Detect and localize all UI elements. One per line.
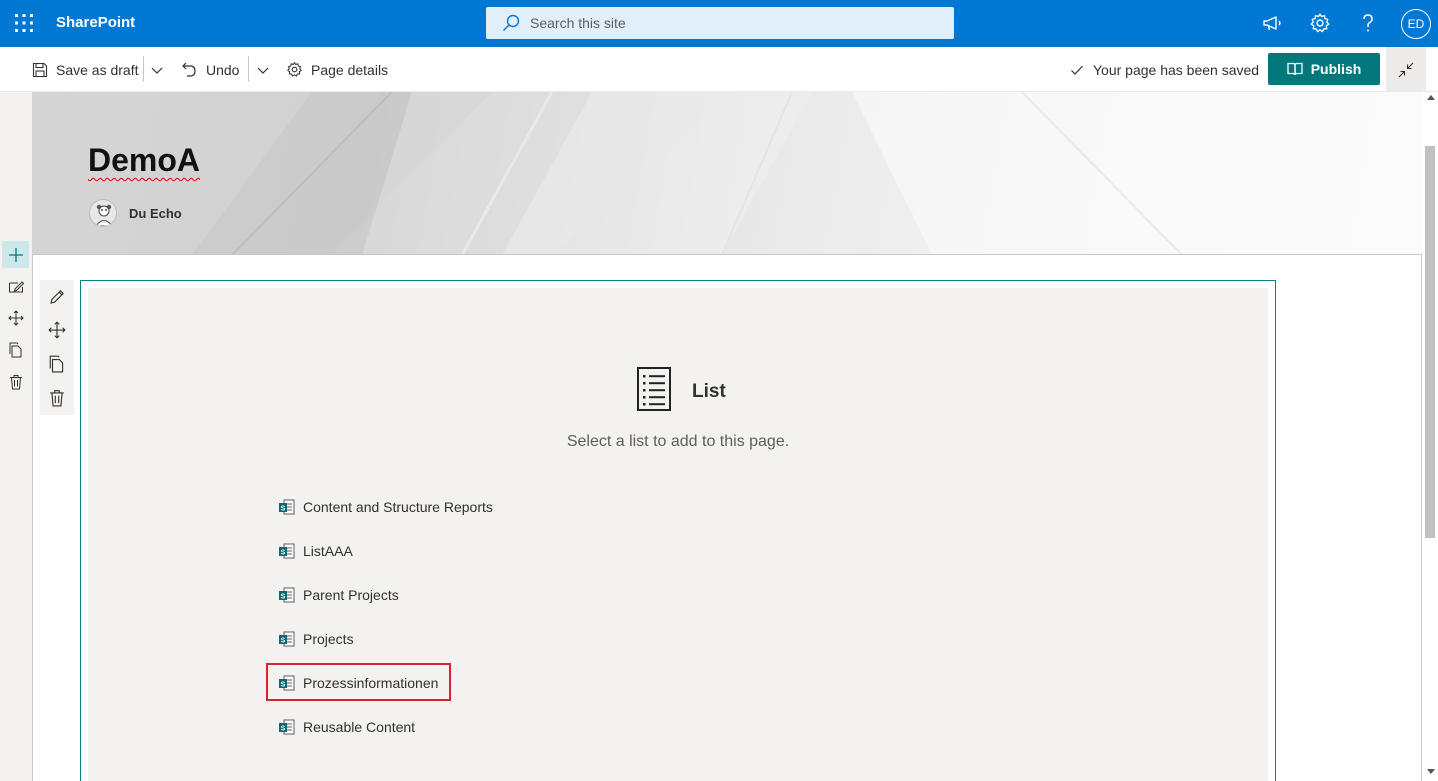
page-details-label: Page details [311, 61, 389, 78]
scroll-up-arrow-icon[interactable] [1427, 95, 1435, 100]
search-icon [503, 14, 520, 31]
publish-label: Publish [1310, 61, 1362, 77]
svg-text:S: S [281, 637, 286, 644]
app-name[interactable]: SharePoint [56, 14, 135, 31]
list-option[interactable]: S Parent Projects [278, 584, 399, 606]
selection-highlight-box [266, 663, 451, 701]
undo-button[interactable]: Undo [181, 47, 239, 92]
svg-text:S: S [281, 505, 286, 512]
book-icon [1287, 62, 1303, 76]
author-name[interactable]: Du Echo [129, 206, 182, 221]
svg-text:S: S [281, 549, 286, 556]
edit-section-icon[interactable] [8, 279, 24, 295]
suite-bar: SharePoint ED [0, 0, 1438, 47]
search-input[interactable] [530, 7, 940, 39]
chevron-down-icon [151, 67, 163, 74]
list-option-label: Projects [303, 631, 354, 647]
divider [248, 56, 249, 82]
list-option[interactable]: S Content and Structure Reports [278, 496, 493, 518]
collapse-toolbar-button[interactable] [1386, 47, 1426, 92]
undo-icon [182, 62, 196, 77]
delete-section-icon[interactable] [8, 374, 24, 390]
undo-label: Undo [206, 61, 240, 78]
delete-web-part-icon[interactable] [48, 389, 66, 407]
sharepoint-list-icon: S [279, 499, 295, 515]
list-option[interactable]: S ListAAA [278, 540, 353, 562]
scroll-down-arrow-icon[interactable] [1427, 769, 1435, 774]
web-part-toolbar [40, 280, 74, 415]
save-icon [32, 62, 48, 77]
svg-text:S: S [281, 725, 286, 732]
page-details-button[interactable]: Page details [286, 47, 388, 92]
list-option-label: Content and Structure Reports [303, 499, 493, 515]
duplicate-section-icon[interactable] [8, 342, 24, 358]
publish-button[interactable]: Publish [1268, 53, 1380, 85]
edit-web-part-icon[interactable] [48, 288, 66, 306]
megaphone-icon[interactable] [1261, 12, 1283, 34]
save-as-draft-button[interactable]: Save as draft [32, 47, 139, 92]
gear-icon [287, 62, 302, 77]
user-avatar[interactable]: ED [1401, 9, 1431, 39]
undo-options-dropdown[interactable] [256, 47, 278, 92]
list-option-label: Parent Projects [303, 587, 399, 603]
save-as-draft-label: Save as draft [56, 61, 139, 78]
web-part-title: List [692, 381, 726, 402]
collapse-icon [1398, 62, 1414, 77]
waffle-icon[interactable] [14, 13, 34, 33]
search-box[interactable] [486, 7, 954, 39]
sharepoint-list-icon: S [279, 543, 295, 559]
svg-text:S: S [281, 593, 286, 600]
help-icon[interactable] [1357, 12, 1379, 34]
move-section-icon[interactable] [8, 310, 24, 326]
sharepoint-list-icon: S [279, 587, 295, 603]
chevron-down-icon [257, 67, 269, 74]
list-option[interactable]: S Projects [278, 628, 354, 650]
page-header-banner: DemoA Du Echo [32, 92, 1422, 255]
checkmark-icon [1071, 65, 1083, 75]
author-avatar [89, 199, 117, 227]
web-part-description: Select a list to add to this page. [566, 433, 790, 450]
scrollbar-thumb[interactable] [1425, 146, 1435, 538]
list-option-label: Reusable Content [303, 719, 416, 735]
sharepoint-list-icon: S [279, 719, 295, 735]
save-status: Your page has been saved [1070, 47, 1259, 92]
command-bar: Save as draft Undo Page details Your pag… [0, 47, 1438, 92]
list-web-part-placeholder: List Select a list to add to this page. … [88, 288, 1268, 781]
settings-icon[interactable] [1309, 12, 1331, 34]
move-web-part-icon[interactable] [48, 321, 66, 339]
architecture-background-image [32, 92, 1422, 255]
duplicate-web-part-icon[interactable] [48, 355, 66, 373]
user-initials: ED [1407, 17, 1425, 31]
save-options-dropdown[interactable] [150, 47, 172, 92]
divider [143, 56, 144, 82]
plus-icon [8, 247, 23, 262]
list-icon [637, 367, 671, 411]
sharepoint-list-icon: S [279, 631, 295, 647]
save-status-text: Your page has been saved [1093, 61, 1260, 78]
list-option-label: ListAAA [303, 543, 353, 559]
list-option[interactable]: S Reusable Content [278, 716, 415, 738]
add-section-button[interactable] [2, 241, 29, 268]
page-title[interactable]: DemoA [88, 142, 200, 179]
